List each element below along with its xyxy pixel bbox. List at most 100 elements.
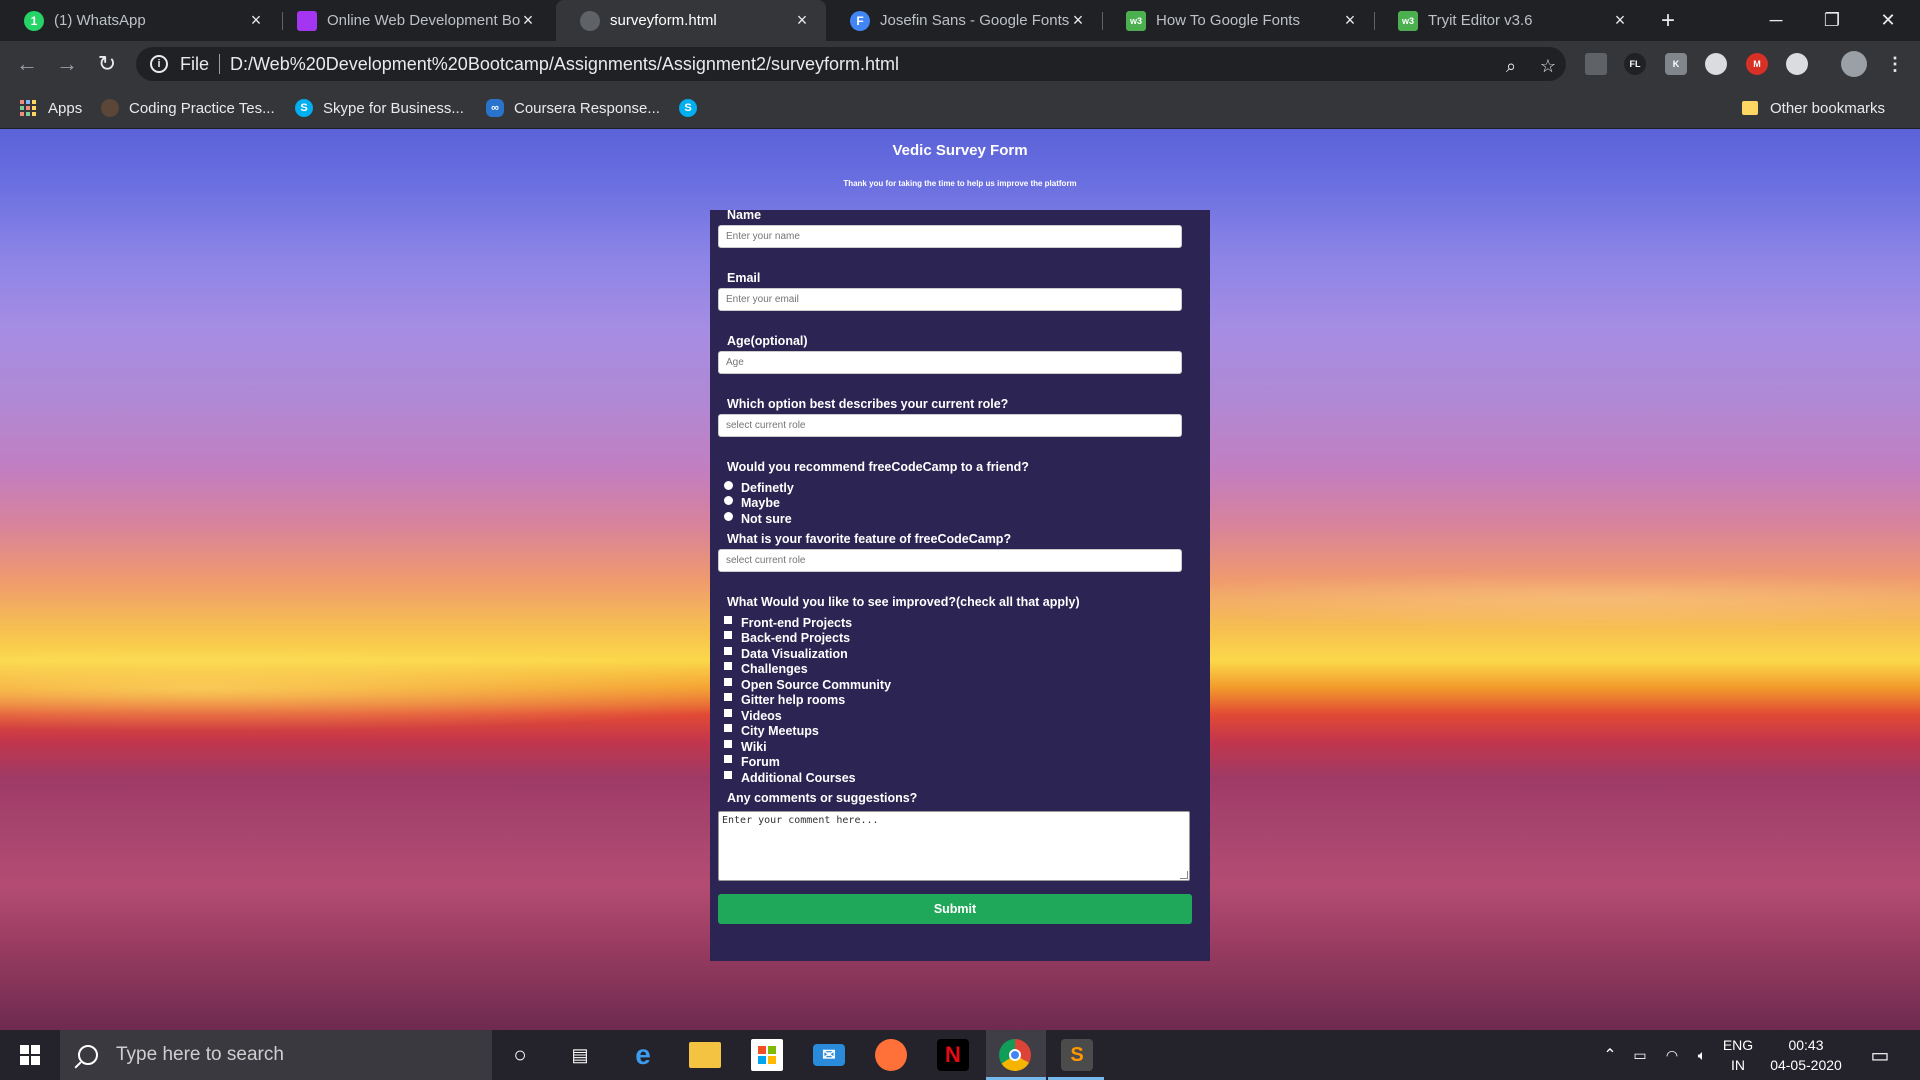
- bookmark-coding-practice[interactable]: Coding Practice Tes...: [101, 87, 275, 129]
- checkbox[interactable]: [724, 662, 732, 670]
- close-icon[interactable]: ×: [1610, 10, 1630, 30]
- radio-button[interactable]: [724, 495, 733, 505]
- email-input[interactable]: Enter your email: [718, 288, 1182, 311]
- name-label: Name: [727, 208, 762, 222]
- cortana-icon[interactable]: ○: [490, 1030, 550, 1080]
- skype-icon: S: [679, 99, 697, 117]
- store-icon[interactable]: [751, 1039, 783, 1071]
- close-icon[interactable]: ×: [1068, 10, 1088, 30]
- close-window-button[interactable]: ✕: [1860, 0, 1916, 41]
- file-explorer-icon[interactable]: [689, 1042, 721, 1068]
- forward-icon[interactable]: →: [52, 49, 82, 79]
- volume-icon[interactable]: 🔈︎: [1690, 1030, 1714, 1080]
- other-bookmarks[interactable]: Other bookmarks: [1742, 87, 1885, 129]
- checkbox[interactable]: [724, 647, 732, 655]
- name-input[interactable]: Enter your name: [718, 225, 1182, 248]
- zoom-icon[interactable]: ⌕: [1499, 54, 1523, 78]
- k-extension-icon[interactable]: K: [1665, 53, 1687, 75]
- reload-icon[interactable]: ↻: [92, 49, 122, 79]
- checkbox[interactable]: [724, 771, 732, 779]
- recommend-option[interactable]: Definetly: [724, 480, 794, 495]
- tab-title: surveyform.html: [610, 12, 717, 29]
- close-icon[interactable]: ×: [1340, 10, 1360, 30]
- url-text[interactable]: D:/Web%20Development%20Bootcamp/Assignme…: [230, 54, 899, 75]
- age-input[interactable]: Age: [718, 351, 1182, 374]
- checkbox[interactable]: [724, 616, 732, 624]
- improve-option[interactable]: Gitter help rooms: [724, 693, 845, 707]
- checkbox[interactable]: [724, 740, 732, 748]
- checkbox[interactable]: [724, 709, 732, 717]
- checkbox[interactable]: [724, 755, 732, 763]
- profile-avatar[interactable]: [1841, 51, 1867, 77]
- checkbox[interactable]: [724, 693, 732, 701]
- feature-select[interactable]: select current role: [718, 549, 1182, 572]
- language-indicator[interactable]: ENG IN: [1718, 1030, 1758, 1080]
- close-icon[interactable]: ×: [518, 10, 538, 30]
- option-label: Additional Courses: [741, 771, 856, 785]
- restore-button[interactable]: ❐: [1804, 0, 1860, 41]
- grammar-extension-icon[interactable]: [1786, 53, 1808, 75]
- info-icon[interactable]: i: [150, 55, 168, 73]
- checkbox[interactable]: [724, 724, 732, 732]
- improve-option[interactable]: Back-end Projects: [724, 631, 850, 645]
- comments-label: Any comments or suggestions?: [727, 791, 918, 805]
- clock[interactable]: 00:43 04-05-2020: [1766, 1030, 1846, 1080]
- improve-option[interactable]: Challenges: [724, 662, 808, 676]
- tab-surveyform[interactable]: surveyform.html ×: [556, 0, 826, 41]
- wifi-icon[interactable]: ◠: [1660, 1030, 1684, 1080]
- star-icon[interactable]: ☆: [1536, 54, 1560, 78]
- improve-option[interactable]: Videos: [724, 709, 782, 723]
- edge-icon[interactable]: e: [627, 1039, 659, 1071]
- menu-icon[interactable]: ⋮: [1884, 53, 1906, 75]
- improve-option[interactable]: Data Visualization: [724, 647, 848, 661]
- tab-tryit-editor[interactable]: w3 Tryit Editor v3.6 ×: [1374, 0, 1644, 41]
- netflix-icon[interactable]: N: [937, 1039, 969, 1071]
- close-icon[interactable]: ×: [792, 10, 812, 30]
- mcafee-extension-icon[interactable]: M: [1746, 53, 1768, 75]
- windows-start-icon[interactable]: [0, 1030, 60, 1080]
- improve-option[interactable]: Open Source Community: [724, 678, 891, 692]
- radio-button[interactable]: [724, 511, 733, 521]
- resize-handle[interactable]: [1180, 871, 1188, 879]
- chevron-up-icon[interactable]: ⌃: [1598, 1030, 1622, 1080]
- notification-icon[interactable]: ▭: [1862, 1030, 1898, 1080]
- improve-option[interactable]: Wiki: [724, 740, 767, 754]
- tab-udemy[interactable]: Online Web Development Bo ×: [272, 0, 552, 41]
- checkbox[interactable]: [724, 631, 732, 639]
- radio-button[interactable]: [724, 480, 733, 490]
- new-tab-button[interactable]: +: [1655, 7, 1681, 34]
- tab-whatsapp[interactable]: 1 (1) WhatsApp ×: [0, 0, 280, 41]
- bookmark-label: Skype for Business...: [323, 99, 464, 117]
- chrome-icon[interactable]: [999, 1039, 1031, 1071]
- improve-option[interactable]: Front-end Projects: [724, 616, 852, 630]
- firefox-icon[interactable]: [875, 1039, 907, 1071]
- address-bar[interactable]: i File D:/Web%20Development%20Bootcamp/A…: [136, 47, 1566, 81]
- bookmark-skype[interactable]: S: [679, 87, 707, 129]
- recommend-option[interactable]: Maybe: [724, 495, 780, 510]
- improve-option[interactable]: City Meetups: [724, 724, 819, 738]
- bookmark-skype-business[interactable]: S Skype for Business...: [295, 87, 464, 129]
- sublime-icon[interactable]: S: [1061, 1039, 1093, 1071]
- battery-icon[interactable]: ▭: [1628, 1030, 1652, 1080]
- minimize-button[interactable]: ─: [1748, 0, 1804, 41]
- role-select[interactable]: select current role: [718, 414, 1182, 437]
- close-icon[interactable]: ×: [246, 10, 266, 30]
- mail-icon[interactable]: ✉: [813, 1044, 845, 1066]
- tab-google-fonts[interactable]: F Josefin Sans - Google Fonts ×: [826, 0, 1102, 41]
- block-extension-icon[interactable]: [1705, 53, 1727, 75]
- back-icon[interactable]: ←: [12, 49, 42, 79]
- task-view-icon[interactable]: ▤: [550, 1030, 610, 1080]
- tab-strip: 1 (1) WhatsApp × Online Web Development …: [0, 0, 1920, 41]
- improve-option[interactable]: Additional Courses: [724, 771, 856, 785]
- comments-textarea[interactable]: Enter your comment here...: [718, 811, 1190, 881]
- reader-extension-icon[interactable]: [1585, 53, 1607, 75]
- bookmark-coursera[interactable]: ∞ Coursera Response...: [486, 87, 660, 129]
- improve-option[interactable]: Forum: [724, 755, 780, 769]
- fl-extension-icon[interactable]: FL: [1624, 53, 1646, 75]
- submit-button[interactable]: Submit: [718, 894, 1192, 924]
- checkbox[interactable]: [724, 678, 732, 686]
- tab-how-to-google-fonts[interactable]: w3 How To Google Fonts ×: [1102, 0, 1374, 41]
- taskbar-search[interactable]: Type here to search: [60, 1030, 492, 1080]
- recommend-option[interactable]: Not sure: [724, 511, 792, 526]
- bookmark-apps[interactable]: Apps: [20, 87, 82, 129]
